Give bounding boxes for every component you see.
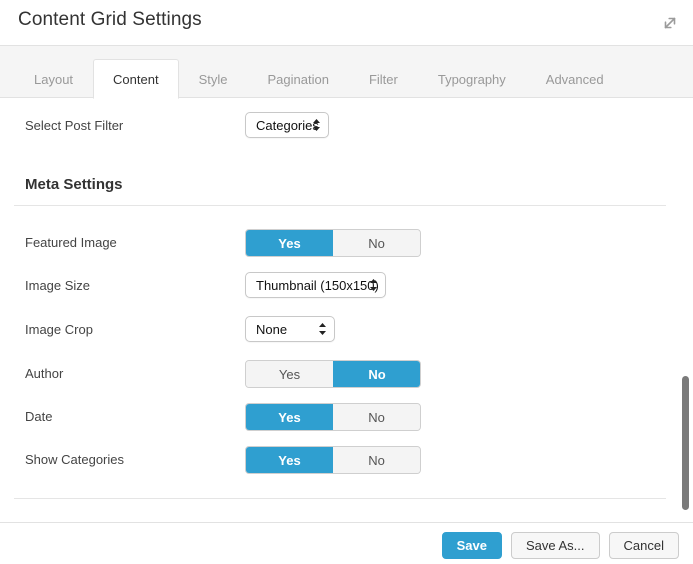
chevron-updown-icon: [369, 278, 378, 292]
featured-image-no-option[interactable]: No: [333, 230, 420, 256]
image-size-value: Thumbnail (150x150): [256, 277, 379, 293]
show-categories-toggle[interactable]: Yes No: [245, 446, 421, 474]
save-button[interactable]: Save: [441, 532, 502, 559]
image-size-dropdown[interactable]: Thumbnail (150x150): [245, 272, 386, 298]
author-label: Author: [25, 366, 64, 381]
row-show-categories: Show Categories Yes No: [0, 446, 680, 490]
tab-typography[interactable]: Typography: [418, 59, 526, 98]
tab-label: Filter: [368, 71, 398, 87]
row-image-crop: Image Crop None: [0, 316, 680, 360]
row-image-size: Image Size Thumbnail (150x150): [0, 272, 680, 316]
tab-content[interactable]: Content: [93, 59, 179, 99]
tab-label: Pagination: [267, 71, 329, 87]
settings-panel: Select Post Filter Categories Meta Setti…: [0, 98, 693, 522]
show-categories-label: Show Categories: [25, 452, 124, 467]
date-label: Date: [25, 409, 53, 424]
select-post-filter-value: Categories: [256, 117, 319, 133]
page-title: Content Grid Settings: [18, 9, 202, 30]
featured-image-yes-option[interactable]: Yes: [246, 230, 333, 256]
image-crop-label: Image Crop: [25, 322, 93, 337]
tab-pagination[interactable]: Pagination: [248, 59, 349, 98]
save-as-button[interactable]: Save As...: [510, 532, 600, 559]
dialog-titlebar: Content Grid Settings: [0, 0, 693, 46]
image-size-label: Image Size: [25, 278, 91, 293]
tab-style[interactable]: Style: [179, 59, 248, 98]
row-date: Date Yes No: [0, 403, 680, 447]
section-title-meta-settings: Meta Settings: [25, 176, 123, 193]
show-categories-no-option[interactable]: No: [333, 447, 420, 473]
show-categories-yes-option[interactable]: Yes: [246, 447, 333, 473]
chevron-updown-icon: [318, 322, 327, 336]
dialog-footer: Save Save As... Cancel: [0, 522, 693, 564]
date-no-option[interactable]: No: [333, 404, 420, 430]
expand-arrows-icon[interactable]: [657, 10, 683, 36]
tab-label: Advanced: [545, 71, 604, 87]
settings-dialog: Content Grid Settings Layout Content Sty…: [0, 0, 693, 564]
tab-layout[interactable]: Layout: [14, 59, 93, 98]
select-post-filter-dropdown[interactable]: Categories: [245, 112, 329, 138]
image-crop-dropdown[interactable]: None: [245, 316, 335, 342]
image-crop-value: None: [256, 321, 288, 337]
author-toggle[interactable]: Yes No: [245, 360, 421, 388]
featured-image-toggle[interactable]: Yes No: [245, 229, 421, 257]
row-select-post-filter: Select Post Filter Categories: [0, 112, 680, 156]
panel-bottom-divider: [14, 498, 666, 499]
section-divider: [14, 205, 666, 206]
tab-list: Layout Content Style Pagination Filter T…: [0, 59, 624, 99]
chevron-updown-icon: [312, 118, 321, 132]
tab-label: Typography: [437, 71, 506, 87]
tab-filter[interactable]: Filter: [349, 59, 418, 98]
tab-bar: Layout Content Style Pagination Filter T…: [0, 46, 693, 99]
tab-advanced[interactable]: Advanced: [526, 59, 624, 98]
row-author: Author Yes No: [0, 360, 680, 404]
featured-image-label: Featured Image: [25, 235, 117, 250]
tab-label: Layout: [34, 71, 74, 87]
select-post-filter-label: Select Post Filter: [25, 118, 124, 133]
vertical-scrollbar-thumb[interactable]: [682, 376, 689, 510]
cancel-button[interactable]: Cancel: [608, 532, 679, 559]
footer-button-group: Save Save As... Cancel: [441, 532, 679, 559]
tab-label: Content: [113, 71, 159, 87]
author-yes-option[interactable]: Yes: [246, 361, 333, 387]
row-featured-image: Featured Image Yes No: [0, 229, 680, 273]
date-toggle[interactable]: Yes No: [245, 403, 421, 431]
date-yes-option[interactable]: Yes: [246, 404, 333, 430]
author-no-option[interactable]: No: [333, 361, 420, 387]
tab-label: Style: [198, 71, 228, 87]
